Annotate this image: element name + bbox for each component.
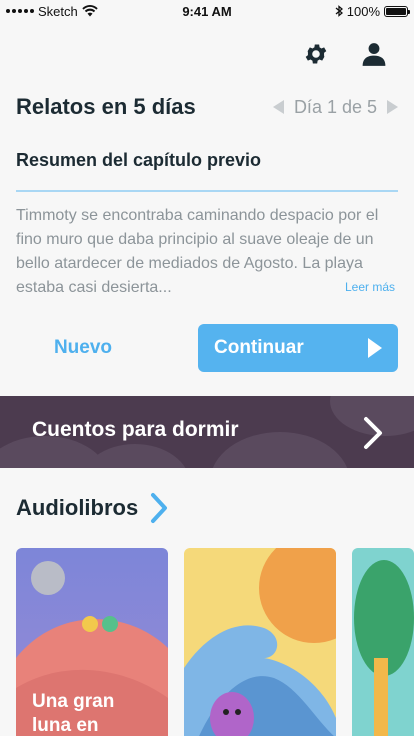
status-time: 9:41 AM <box>182 3 232 19</box>
day-label: Día 1 de 5 <box>293 96 377 117</box>
audiobooks-header[interactable]: Audiolibros <box>16 492 168 524</box>
play-icon <box>368 338 382 358</box>
banner-label: Cuentos para dormir <box>32 418 239 441</box>
bluetooth-icon <box>335 5 343 17</box>
title-row: Relatos en 5 días Día 1 de 5 <box>16 94 398 120</box>
battery-icon <box>384 5 410 17</box>
status-bar: Sketch 9:41 AM 100% <box>0 0 414 22</box>
wifi-icon <box>82 5 98 17</box>
status-right: 100% <box>335 3 410 19</box>
audiobook-card[interactable] <box>352 548 414 736</box>
new-button[interactable]: Nuevo <box>16 325 150 371</box>
wave-scene-illustration <box>184 548 336 736</box>
continue-label: Continuar <box>214 337 304 358</box>
summary-text: Timmoty se encontraba caminando despacio… <box>16 207 379 296</box>
audiobook-card[interactable]: Una gran luna en <box>16 548 168 736</box>
gear-icon <box>305 44 327 64</box>
carrier-label: Sketch <box>38 3 78 19</box>
read-more-link[interactable]: Leer más <box>345 280 395 294</box>
next-day-icon[interactable] <box>387 100 398 114</box>
signal-icon <box>6 9 34 13</box>
summary-title: Resumen del capítulo previo <box>16 150 262 170</box>
settings-button[interactable] <box>302 40 330 68</box>
audiobook-title: Una gran luna en <box>32 691 115 736</box>
audiobooks-title: Audiolibros <box>16 495 139 520</box>
chevron-right-icon <box>151 493 168 523</box>
battery-percent: 100% <box>346 3 380 19</box>
status-left: Sketch <box>6 4 98 19</box>
banner-cloud <box>80 444 190 468</box>
bedtime-stories-banner[interactable]: Cuentos para dormir <box>0 396 414 468</box>
page-title: Relatos en 5 días <box>16 94 196 119</box>
summary-divider <box>16 190 398 192</box>
tree-scene-illustration <box>352 548 414 736</box>
chevron-right-icon <box>364 417 382 449</box>
user-icon <box>362 43 386 66</box>
audiobook-card[interactable] <box>184 548 336 736</box>
profile-button[interactable] <box>360 40 388 68</box>
audiobook-carousel: Una gran luna en <box>16 548 414 736</box>
day-navigator: Día 1 de 5 <box>272 96 398 118</box>
previous-day-icon[interactable] <box>272 100 284 114</box>
continue-button[interactable]: Continuar <box>198 324 398 372</box>
top-icons <box>302 40 388 68</box>
